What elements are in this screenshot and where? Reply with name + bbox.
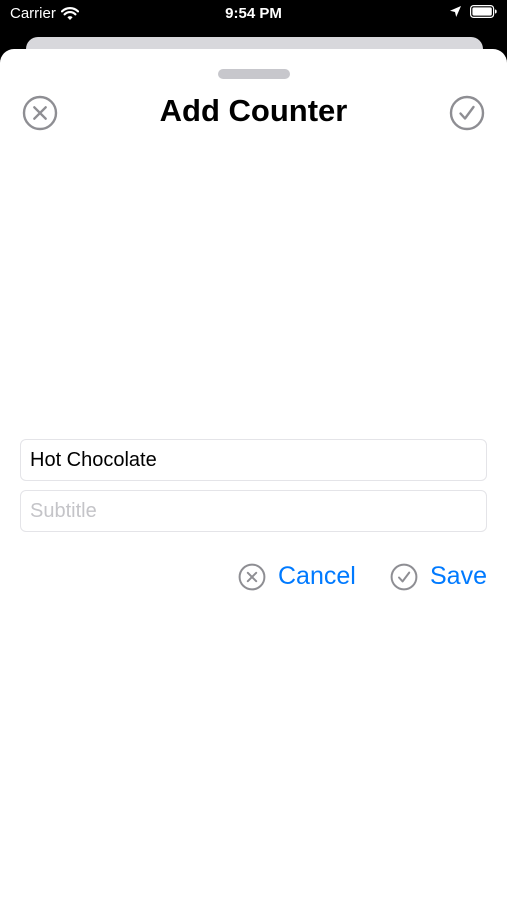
subtitle-input[interactable] bbox=[20, 490, 487, 532]
title-input[interactable] bbox=[20, 439, 487, 481]
status-bar: Carrier 9:54 PM bbox=[0, 0, 507, 28]
battery-icon bbox=[470, 5, 497, 18]
status-time: 9:54 PM bbox=[225, 5, 282, 22]
confirm-button[interactable] bbox=[449, 95, 485, 131]
save-button[interactable]: Save bbox=[390, 562, 487, 591]
sheet-grabber[interactable] bbox=[218, 69, 290, 79]
cancel-circle-icon bbox=[238, 563, 266, 590]
save-checkmark-icon bbox=[390, 563, 418, 590]
save-label: Save bbox=[430, 562, 487, 590]
checkmark-circle-icon bbox=[449, 95, 485, 131]
add-counter-sheet: Add Counter Cancel Save bbox=[0, 49, 507, 900]
status-indicators bbox=[449, 5, 497, 18]
location-arrow-icon bbox=[450, 6, 461, 17]
cancel-label: Cancel bbox=[278, 562, 356, 590]
page-title: Add Counter bbox=[159, 93, 348, 128]
cancel-button[interactable]: Cancel bbox=[238, 562, 356, 591]
